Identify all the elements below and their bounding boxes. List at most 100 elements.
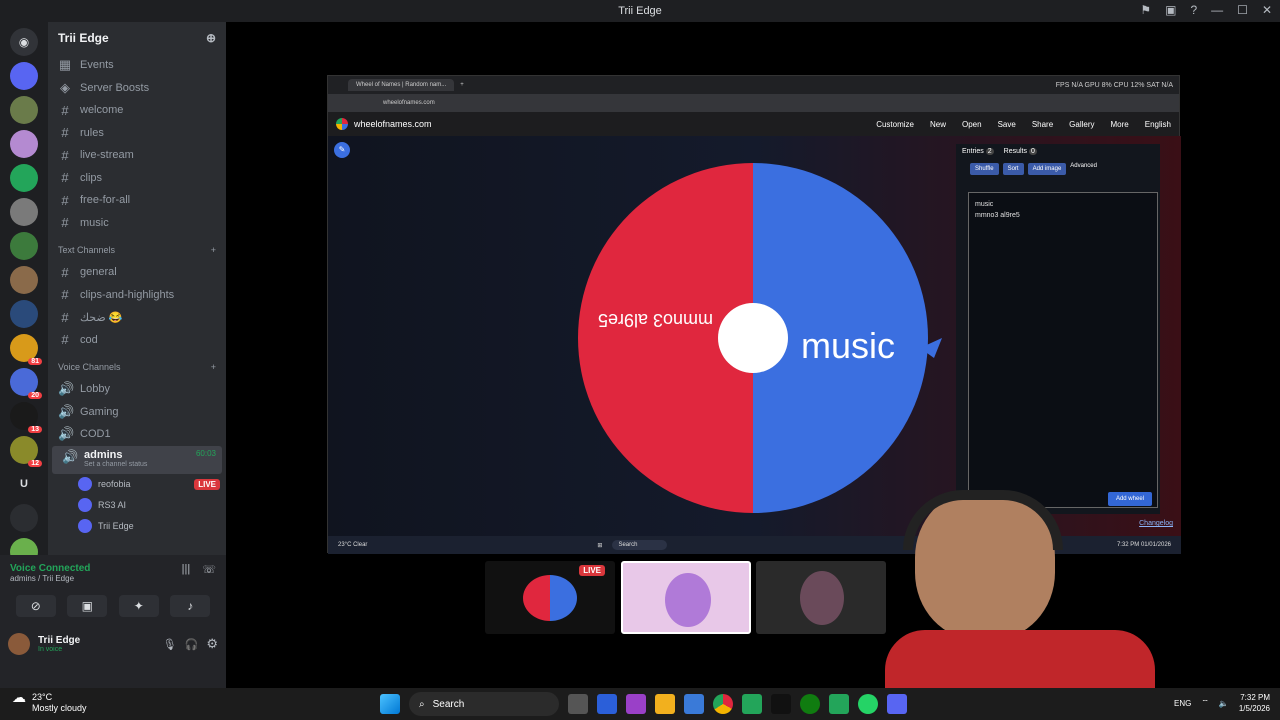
add-member-icon[interactable]: ⊕: [206, 31, 216, 45]
tool-sort[interactable]: Sort: [1002, 163, 1024, 175]
participant-tile[interactable]: [621, 561, 751, 634]
file-explorer-icon[interactable]: [655, 694, 675, 714]
app-icon[interactable]: [742, 694, 762, 714]
menu-open[interactable]: Open: [962, 120, 982, 129]
channel-live-stream[interactable]: # live-stream: [48, 144, 226, 167]
volume-icon[interactable]: 🔈: [1219, 699, 1229, 708]
voice-channel[interactable]: 🔊 COD1: [48, 423, 226, 446]
add-channel-icon[interactable]: +: [211, 245, 216, 255]
language-indicator[interactable]: ENG: [1174, 699, 1191, 708]
minimize-button[interactable]: —: [1211, 3, 1223, 17]
server-icon[interactable]: [10, 130, 38, 158]
channel-welcome[interactable]: # welcome: [48, 99, 226, 122]
channel-rules[interactable]: # rules: [48, 122, 226, 145]
menu-new[interactable]: New: [930, 120, 946, 129]
inbox-icon[interactable]: ⚑: [1140, 3, 1151, 17]
xbox-icon[interactable]: [800, 694, 820, 714]
tab-entries[interactable]: Entries 2: [962, 148, 994, 155]
text-channel[interactable]: # general: [48, 261, 226, 284]
help-icon[interactable]: ?: [1190, 3, 1197, 17]
menu-english[interactable]: English: [1145, 120, 1171, 129]
menu-save[interactable]: Save: [998, 120, 1016, 129]
wheel-center[interactable]: [718, 303, 788, 373]
guild-header[interactable]: Trii Edge ⊕: [48, 22, 226, 54]
taskbar-clock[interactable]: 7:32 PM 1/5/2026: [1239, 692, 1270, 714]
active-voice-channel[interactable]: 🔊 admins 60:03 Set a channel status: [52, 445, 222, 474]
tab-results[interactable]: Results 0: [1004, 148, 1037, 155]
screen-share-button[interactable]: ▣: [67, 595, 108, 617]
channel-status[interactable]: Set a channel status: [84, 461, 222, 468]
wifi-icon[interactable]: ⌔: [1201, 698, 1209, 708]
server-icon[interactable]: [10, 232, 38, 260]
stream-thumbnail[interactable]: LIVE: [485, 561, 615, 634]
voice-user[interactable]: Trii Edge: [48, 516, 226, 537]
text-channel[interactable]: # clips-and-highlights: [48, 284, 226, 307]
tool-shuffle[interactable]: Shuffle: [970, 163, 999, 175]
voice-connected-label[interactable]: Voice Connected: [10, 563, 90, 574]
server-icon[interactable]: 81: [10, 334, 42, 365]
server-icon[interactable]: [10, 62, 38, 90]
text-channel[interactable]: # ضحك 😂: [48, 306, 226, 329]
mic-icon[interactable]: 🎙: [163, 638, 177, 651]
headphones-icon[interactable]: 🎧: [185, 638, 199, 651]
voice-channels-category[interactable]: Voice Channels +: [48, 356, 226, 378]
weather-widget[interactable]: ☁ 23°C Mostly cloudy: [12, 690, 87, 714]
server-icon[interactable]: [10, 504, 38, 532]
address-bar[interactable]: wheelofnames.com: [383, 100, 435, 106]
app-icon[interactable]: [626, 694, 646, 714]
windows-icon[interactable]: ⊞: [597, 542, 602, 549]
participant-tile[interactable]: [756, 561, 886, 634]
server-icon[interactable]: [10, 96, 38, 124]
channel-clips[interactable]: # clips: [48, 167, 226, 190]
menu-more[interactable]: More: [1111, 120, 1129, 129]
new-tab-icon[interactable]: +: [460, 82, 464, 88]
camera-button[interactable]: ⊘: [15, 595, 56, 617]
channel-music[interactable]: # music: [48, 212, 226, 235]
server-icon[interactable]: U: [10, 470, 38, 498]
menu-gallery[interactable]: Gallery: [1069, 120, 1094, 129]
server-icon[interactable]: 13: [10, 402, 42, 433]
entries-textarea[interactable]: music mmno3 al9re5: [968, 192, 1158, 508]
channel-free-for-all[interactable]: # free-for-all: [48, 189, 226, 212]
start-icon[interactable]: [380, 694, 400, 714]
browser-tab[interactable]: Wheel of Names | Random nam...: [348, 79, 455, 91]
avatar[interactable]: [8, 633, 30, 655]
discord-icon[interactable]: [887, 694, 907, 714]
chrome-icon[interactable]: [713, 694, 733, 714]
text-channel[interactable]: # cod: [48, 329, 226, 352]
tool-add-image[interactable]: Add image: [1027, 163, 1067, 175]
server-icon[interactable]: [10, 164, 38, 192]
monitor-icon[interactable]: ▣: [1165, 3, 1176, 17]
noise-suppression-icon[interactable]: |||: [182, 563, 191, 583]
voice-channel[interactable]: 🔊 Lobby: [48, 378, 226, 401]
server-icon[interactable]: [10, 266, 38, 294]
app-icon[interactable]: [597, 694, 617, 714]
channel-events[interactable]: ▦ Events: [48, 54, 226, 77]
close-button[interactable]: ✕: [1262, 3, 1272, 17]
settings-icon[interactable]: ⚙: [206, 636, 218, 652]
disconnect-icon[interactable]: ☏: [202, 563, 216, 583]
inner-search[interactable]: Search: [612, 540, 668, 550]
site-brand[interactable]: wheelofnames.com: [354, 119, 432, 129]
taskbar-search[interactable]: ⌕ Search: [409, 692, 559, 716]
server-icon[interactable]: 20: [10, 368, 42, 399]
menu-share[interactable]: Share: [1032, 120, 1053, 129]
activities-button[interactable]: ✦: [118, 595, 159, 617]
edit-icon[interactable]: ✎: [334, 142, 350, 158]
discord-home-icon[interactable]: ◉: [10, 28, 38, 56]
voice-channel[interactable]: 🔊 Gaming: [48, 401, 226, 424]
text-channels-category[interactable]: Text Channels +: [48, 239, 226, 261]
add-channel-icon[interactable]: +: [211, 362, 216, 372]
menu-customize[interactable]: Customize: [876, 120, 914, 129]
server-icon[interactable]: [10, 300, 38, 328]
server-icon[interactable]: [10, 198, 38, 226]
voice-user[interactable]: RS3 AI: [48, 495, 226, 516]
task-view-icon[interactable]: [568, 694, 588, 714]
maximize-button[interactable]: ☐: [1237, 3, 1248, 17]
soundboard-button[interactable]: ♪: [170, 595, 211, 617]
channel-server-boosts[interactable]: ◈ Server Boosts: [48, 77, 226, 100]
voice-user[interactable]: reofobia LIVE: [48, 474, 226, 495]
app-icon[interactable]: [829, 694, 849, 714]
server-icon[interactable]: 12: [10, 436, 42, 467]
whatsapp-icon[interactable]: [858, 694, 878, 714]
